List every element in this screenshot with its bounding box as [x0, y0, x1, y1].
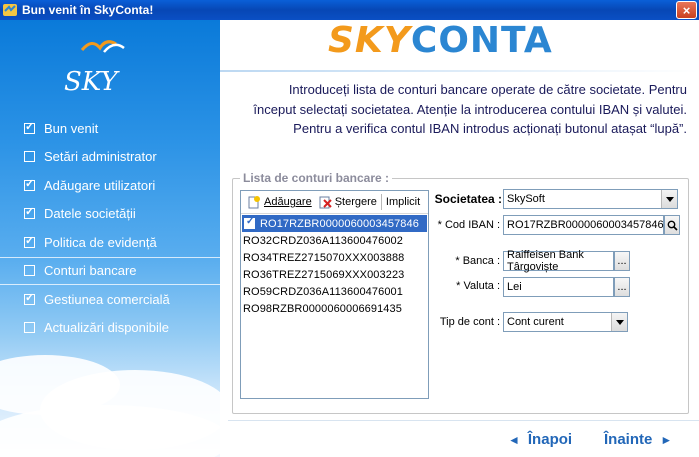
step-checkbox [24, 322, 35, 334]
banca-browse-button[interactable]: ... [614, 251, 630, 271]
step-adaugare-utilizatori[interactable]: Adăugare utilizatori [0, 171, 220, 200]
accounts-list: RO17RZBR0000060003457846 RO32CRDZ036A113… [241, 214, 428, 317]
account-row[interactable]: RO34TREZ2715070XXX003888 [241, 249, 428, 266]
intro-text: Introduceți lista de conturi bancare ope… [232, 80, 687, 139]
sidebar: SKY Bun venit Setări administrator Adăug… [0, 20, 220, 457]
brand-conta: CONTA [410, 20, 553, 61]
magnifier-icon [667, 220, 678, 231]
next-label: Înainte [604, 431, 653, 448]
valuta-field[interactable]: Lei [503, 277, 614, 297]
step-label: Conturi bancare [44, 263, 137, 279]
account-row[interactable]: RO32CRDZ036A113600476002 [241, 232, 428, 249]
ellipsis-icon: ... [617, 254, 627, 267]
brand-sky: SKY [328, 20, 411, 61]
step-setari-administrator[interactable]: Setări administrator [0, 143, 220, 172]
step-bun-venit[interactable]: Bun venit [0, 114, 220, 143]
next-arrow-icon: ► [660, 432, 673, 447]
account-iban: RO98RZBR0000060006691435 [243, 302, 402, 315]
iban-label: * Cod IBAN : [437, 219, 500, 231]
account-iban: RO36TREZ2715069XXX003223 [243, 268, 405, 281]
step-politica-de-evidenta[interactable]: Politica de evidență [0, 228, 220, 257]
tipcont-label: Tip de cont : [439, 316, 500, 328]
step-conturi-bancare[interactable]: Conturi bancare [0, 256, 220, 285]
header-banner: SKYCONTA [220, 20, 699, 70]
intro-line: început selectați societatea. Atenție la… [253, 101, 687, 117]
next-button[interactable]: Înainte ► [604, 431, 672, 448]
step-label: Bun venit [44, 120, 99, 136]
valuta-value: Lei [507, 281, 522, 293]
title-bar: Bun venit în SkyConta! × [0, 0, 699, 20]
banca-value: Raiffeisen Bank Târgoviște [507, 249, 584, 273]
step-gestiunea-comerciala[interactable]: Gestiunea comercială [0, 285, 220, 314]
intro-line: Introduceți lista de conturi bancare ope… [288, 82, 687, 97]
accounts-list-panel: Adăugare Ștergere Implicit RO17RZBR00000… [240, 190, 429, 399]
back-label: Înapoi [527, 431, 573, 448]
chevron-down-icon[interactable] [611, 313, 627, 331]
wizard-steps: Bun venit Setări administrator Adăugare … [0, 114, 220, 342]
delete-button[interactable]: Ștergere [315, 192, 380, 212]
brand-logo: SKYCONTA [328, 20, 553, 61]
add-document-icon [248, 196, 260, 209]
delete-document-icon [319, 196, 332, 209]
step-actualizari-disponibile[interactable]: Actualizări disponibile [0, 314, 220, 343]
valuta-label: * Valuta : [456, 280, 500, 292]
app-icon [3, 4, 17, 16]
chevron-down-icon[interactable] [661, 190, 677, 208]
step-checkbox [24, 234, 35, 248]
close-icon: × [682, 2, 691, 18]
iban-value: RO17RZBR0000060003457846 [507, 219, 664, 231]
ellipsis-icon: ... [617, 280, 627, 293]
step-label: Politica de evidență [44, 234, 157, 250]
banca-field[interactable]: Raiffeisen Bank Târgoviște [503, 249, 614, 273]
step-checkbox [24, 265, 35, 277]
account-row[interactable]: RO36TREZ2715069XXX003223 [241, 266, 428, 283]
verify-iban-button[interactable] [664, 215, 680, 235]
step-checkbox [24, 177, 35, 191]
step-label: Gestiunea comercială [44, 291, 170, 307]
sky-logo: SKY [64, 40, 125, 94]
list-toolbar: Adăugare Ștergere Implicit [241, 191, 428, 214]
add-label: Adăugare [264, 196, 312, 208]
account-iban: RO17RZBR0000060003457846 [260, 217, 419, 230]
window-title: Bun venit în SkyConta! [22, 3, 154, 17]
step-label: Actualizări disponibile [44, 320, 170, 336]
toolbar-separator [380, 194, 382, 210]
step-checkbox [24, 120, 35, 134]
societate-label: Societatea : [434, 192, 502, 206]
valuta-browse-button[interactable]: ... [614, 277, 630, 297]
account-iban: RO34TREZ2715070XXX003888 [243, 251, 405, 264]
step-checkbox [24, 291, 35, 305]
default-label: Implicit [385, 196, 421, 208]
account-row[interactable]: RO59CRDZ036A113600476001 [241, 283, 428, 300]
account-row[interactable]: RO17RZBR0000060003457846 [242, 215, 427, 232]
add-button[interactable]: Adăugare [244, 192, 315, 212]
account-iban: RO59CRDZ036A113600476001 [243, 285, 403, 298]
intro-line: Pentru a verifica contul IBAN introdus a… [293, 121, 687, 136]
default-button[interactable]: Implicit [383, 192, 423, 212]
sky-logo-text: SKY [64, 67, 121, 94]
tipcont-select[interactable]: Cont curent [503, 312, 628, 332]
account-row[interactable]: RO98RZBR0000060006691435 [241, 300, 428, 317]
header-divider [220, 70, 699, 72]
delete-label: Ștergere [334, 196, 377, 208]
footer-divider [228, 420, 699, 421]
societate-value: SkySoft [507, 193, 545, 205]
iban-field[interactable]: RO17RZBR0000060003457846 [503, 215, 664, 235]
step-label: Setări administrator [44, 149, 157, 165]
tipcont-value: Cont curent [507, 316, 564, 328]
cloud-decoration [0, 405, 220, 457]
banca-label: * Banca : [455, 255, 500, 267]
close-button[interactable]: × [676, 1, 697, 19]
societate-select[interactable]: SkySoft [503, 189, 678, 209]
step-checkbox [24, 151, 35, 163]
back-button[interactable]: ◄ Înapoi [508, 431, 572, 448]
default-account-checkbox[interactable] [244, 216, 255, 229]
step-label: Adăugare utilizatori [44, 177, 156, 193]
account-iban: RO32CRDZ036A113600476002 [243, 234, 403, 247]
back-arrow-icon: ◄ [508, 432, 520, 447]
step-datele-societatii[interactable]: Datele societății [0, 200, 220, 229]
group-label: Lista de conturi bancare : [240, 171, 393, 185]
step-checkbox [24, 205, 35, 220]
step-label: Datele societății [44, 206, 136, 222]
